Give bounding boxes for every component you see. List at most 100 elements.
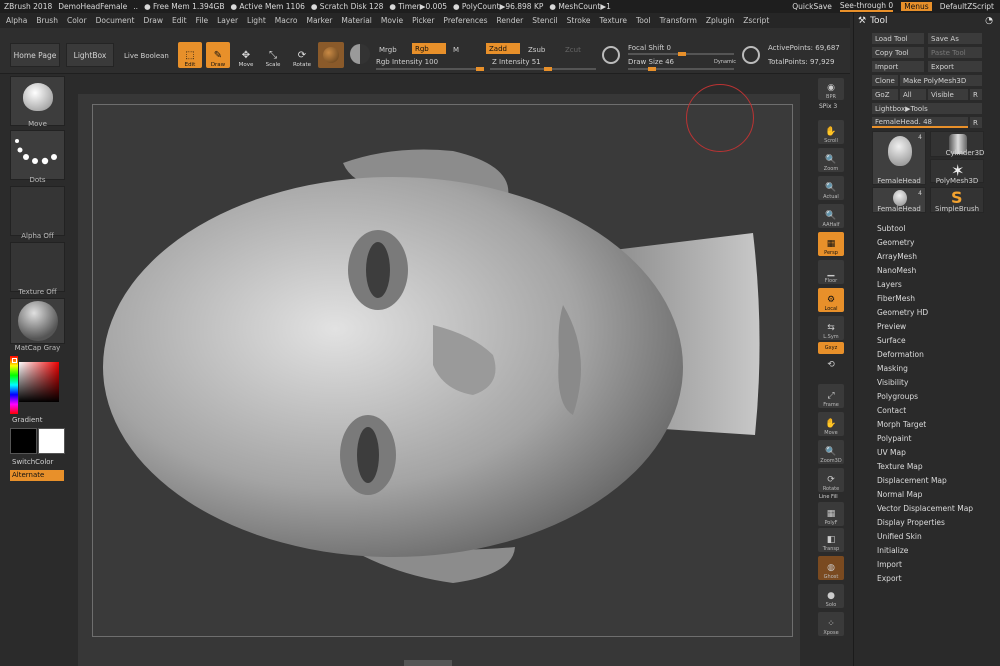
- document-viewport[interactable]: [92, 104, 793, 637]
- menu-polypaint[interactable]: Polypaint: [877, 434, 912, 443]
- menu-draw[interactable]: Draw: [143, 16, 163, 25]
- clone-button[interactable]: Clone: [872, 75, 898, 86]
- menu-vector-displacement-map[interactable]: Vector Displacement Map: [877, 504, 973, 513]
- menu-nanomesh[interactable]: NanoMesh: [877, 266, 916, 275]
- alternate-button[interactable]: Alternate: [10, 470, 64, 481]
- export-tool-button[interactable]: Export: [928, 61, 982, 72]
- brush-settings-icon[interactable]: [742, 46, 760, 64]
- menu-displacement-map[interactable]: Displacement Map: [877, 476, 947, 485]
- menu-stencil[interactable]: Stencil: [532, 16, 557, 25]
- polyf-button[interactable]: ▦ PolyF: [818, 502, 844, 526]
- frame-button[interactable]: ⤢ Frame: [818, 384, 844, 408]
- menu-transform[interactable]: Transform: [660, 16, 697, 25]
- draw-size-handle[interactable]: [648, 67, 656, 71]
- menu-render[interactable]: Render: [497, 16, 524, 25]
- zadd-button[interactable]: Zadd: [486, 43, 520, 54]
- menu-export[interactable]: Export: [877, 574, 902, 583]
- menu-movie[interactable]: Movie: [381, 16, 403, 25]
- sculpt-head-model[interactable]: [93, 105, 792, 636]
- secondary-color-swatch[interactable]: [38, 428, 65, 454]
- move-view-button[interactable]: ✋ Move: [818, 412, 844, 436]
- menu-morph-target[interactable]: Morph Target: [877, 420, 926, 429]
- xpose-button[interactable]: ⁘ Xpose: [818, 612, 844, 636]
- make-polymesh-button[interactable]: Make PolyMesh3D: [900, 75, 982, 86]
- color-picker[interactable]: [10, 356, 65, 414]
- linefill-label[interactable]: Line Fill: [819, 494, 838, 500]
- menu-document[interactable]: Document: [96, 16, 135, 25]
- menu-unified-skin[interactable]: Unified Skin: [877, 532, 922, 541]
- move-button[interactable]: ✥ Move: [234, 42, 258, 68]
- rotate-view-button[interactable]: ⟳ Rotate: [818, 468, 844, 492]
- menu-uv-map[interactable]: UV Map: [877, 448, 906, 457]
- ghost-button[interactable]: ◍ Ghost: [818, 556, 844, 580]
- menu-display-properties[interactable]: Display Properties: [877, 518, 945, 527]
- lightbox-tools-button[interactable]: Lightbox▶Tools: [872, 103, 982, 114]
- menu-edit[interactable]: Edit: [172, 16, 187, 25]
- actual-button[interactable]: 🔍 Actual: [818, 176, 844, 200]
- menu-picker[interactable]: Picker: [412, 16, 434, 25]
- menu-tool[interactable]: Tool: [636, 16, 651, 25]
- bottom-shelf-handle[interactable]: [404, 660, 452, 666]
- menu-polygroups[interactable]: Polygroups: [877, 392, 918, 401]
- save-as-button[interactable]: Save As: [928, 33, 982, 44]
- scroll-button[interactable]: ✋ Scroll: [818, 120, 844, 144]
- lsym-button[interactable]: ⇆ L.Sym: [818, 316, 844, 340]
- menu-contact[interactable]: Contact: [877, 406, 906, 415]
- solo-button[interactable]: ● Solo: [818, 584, 844, 608]
- menu-initialize[interactable]: Initialize: [877, 546, 908, 555]
- home-page-button[interactable]: Home Page: [10, 43, 60, 67]
- menu-preferences[interactable]: Preferences: [443, 16, 487, 25]
- menu-surface[interactable]: Surface: [877, 336, 906, 345]
- hue-strip[interactable]: [10, 356, 18, 414]
- menu-import[interactable]: Import: [877, 560, 902, 569]
- rotate-axis-icon[interactable]: ⟲: [818, 358, 844, 372]
- defaultzscript-button[interactable]: DefaultZScript: [940, 2, 994, 11]
- focal-shift-slider[interactable]: [628, 52, 734, 56]
- aahalf-button[interactable]: 🔍 AAHalf: [818, 204, 844, 228]
- main-color-swatch[interactable]: [10, 428, 37, 454]
- menu-deformation[interactable]: Deformation: [877, 350, 924, 359]
- menu-file[interactable]: File: [196, 16, 209, 25]
- menu-masking[interactable]: Masking: [877, 364, 908, 373]
- m-button[interactable]: M: [450, 44, 462, 55]
- draw-button[interactable]: ✎ Draw: [206, 42, 230, 68]
- zsub-button[interactable]: Zsub: [525, 44, 548, 55]
- z-intensity-slider[interactable]: [490, 67, 596, 71]
- paste-tool-button[interactable]: Paste Tool: [928, 47, 982, 58]
- menu-macro[interactable]: Macro: [275, 16, 298, 25]
- menus-button[interactable]: Menus: [901, 2, 932, 11]
- goz-all-button[interactable]: All: [900, 89, 926, 100]
- switchcolor-button[interactable]: SwitchColor: [12, 458, 53, 466]
- edit-button[interactable]: ⬚ Edit: [178, 42, 202, 68]
- mrgb-button[interactable]: Mrgb: [376, 44, 400, 55]
- zoom3d-button[interactable]: 🔍 Zoom3D: [818, 440, 844, 464]
- menu-zplugin[interactable]: Zplugin: [706, 16, 734, 25]
- rgb-button[interactable]: Rgb: [412, 43, 446, 54]
- persp-button[interactable]: ▦ Persp: [818, 232, 844, 256]
- menu-light[interactable]: Light: [247, 16, 266, 25]
- floor-button[interactable]: ▁ Floor: [818, 260, 844, 284]
- menu-fibermesh[interactable]: FiberMesh: [877, 294, 915, 303]
- focal-shift-icon[interactable]: [602, 46, 620, 64]
- goz-visible-button[interactable]: Visible: [928, 89, 968, 100]
- menu-layers[interactable]: Layers: [877, 280, 902, 289]
- rotate-button[interactable]: ⟳ Rotate: [290, 42, 314, 68]
- lightbox-button[interactable]: LightBox: [66, 43, 114, 67]
- menu-arraymesh[interactable]: ArrayMesh: [877, 252, 917, 261]
- rgb-intensity-slider[interactable]: [376, 67, 484, 71]
- menu-texture[interactable]: Texture: [600, 16, 627, 25]
- menu-subtool[interactable]: Subtool: [877, 224, 905, 233]
- menu-normal-map[interactable]: Normal Map: [877, 490, 922, 499]
- live-boolean-button[interactable]: Live Boolean: [124, 52, 169, 60]
- menu-layer[interactable]: Layer: [217, 16, 238, 25]
- menu-alpha[interactable]: Alpha: [6, 16, 27, 25]
- goz-button[interactable]: GoZ: [872, 89, 898, 100]
- zoom-button[interactable]: 🔍 Zoom: [818, 148, 844, 172]
- goz-r-button[interactable]: R: [970, 89, 982, 100]
- scale-button[interactable]: ⤡ Scale: [261, 42, 285, 68]
- menu-geometry[interactable]: Geometry: [877, 238, 914, 247]
- menu-material[interactable]: Material: [341, 16, 371, 25]
- z-intensity-handle[interactable]: [544, 67, 552, 71]
- menu-visibility[interactable]: Visibility: [877, 378, 908, 387]
- zcut-button[interactable]: Zcut: [562, 44, 584, 55]
